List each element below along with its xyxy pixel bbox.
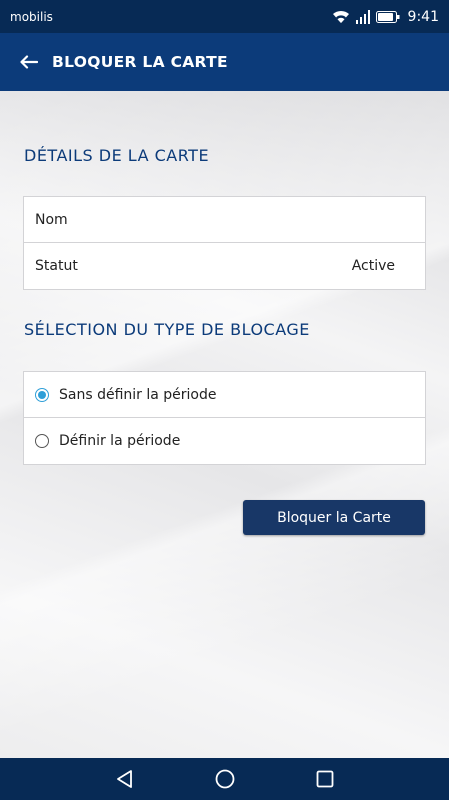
arrow-left-icon[interactable] — [20, 52, 40, 72]
status-bar: mobilis 9:41 — [0, 0, 449, 33]
nav-recents-icon[interactable] — [314, 768, 336, 790]
system-nav-bar — [0, 758, 449, 800]
status-value: Active — [351, 258, 395, 274]
card-detail-label: Statut — [35, 258, 78, 274]
blocking-type-title: SÉLECTION DU TYPE DE BLOCAGE — [24, 320, 310, 339]
block-card-button[interactable]: Bloquer la Carte — [243, 500, 425, 535]
carrier-name: mobilis — [10, 9, 53, 24]
card-detail-label: Nom — [35, 211, 68, 228]
wifi-icon — [332, 10, 350, 24]
radio-option-label: Sans définir la période — [59, 386, 217, 403]
app-bar: BLOQUER LA CARTE — [0, 33, 449, 91]
card-detail-row-statut: Statut Active — [24, 243, 425, 289]
blocking-type-options: Sans définir la période Définir la pério… — [23, 371, 426, 465]
card-details-table: Nom Statut Active — [23, 196, 426, 290]
card-details-title: DÉTAILS DE LA CARTE — [24, 146, 210, 165]
nav-back-icon[interactable] — [114, 768, 136, 790]
radio-button-checked[interactable] — [35, 387, 49, 402]
radio-option-with-period[interactable]: Définir la période — [24, 418, 425, 464]
status-icons: 9:41 — [332, 9, 439, 25]
content-area: DÉTAILS DE LA CARTE Nom Statut Active SÉ… — [0, 91, 449, 758]
clock: 9:41 — [407, 8, 439, 25]
card-detail-row-nom: Nom — [24, 197, 425, 243]
page-title: BLOQUER LA CARTE — [52, 53, 228, 71]
battery-icon — [375, 10, 400, 23]
radio-option-without-period[interactable]: Sans définir la période — [24, 372, 425, 418]
nav-home-icon[interactable] — [214, 768, 236, 790]
signal-icon — [355, 9, 371, 24]
radio-option-label: Définir la période — [59, 433, 181, 449]
radio-button[interactable] — [35, 434, 49, 448]
